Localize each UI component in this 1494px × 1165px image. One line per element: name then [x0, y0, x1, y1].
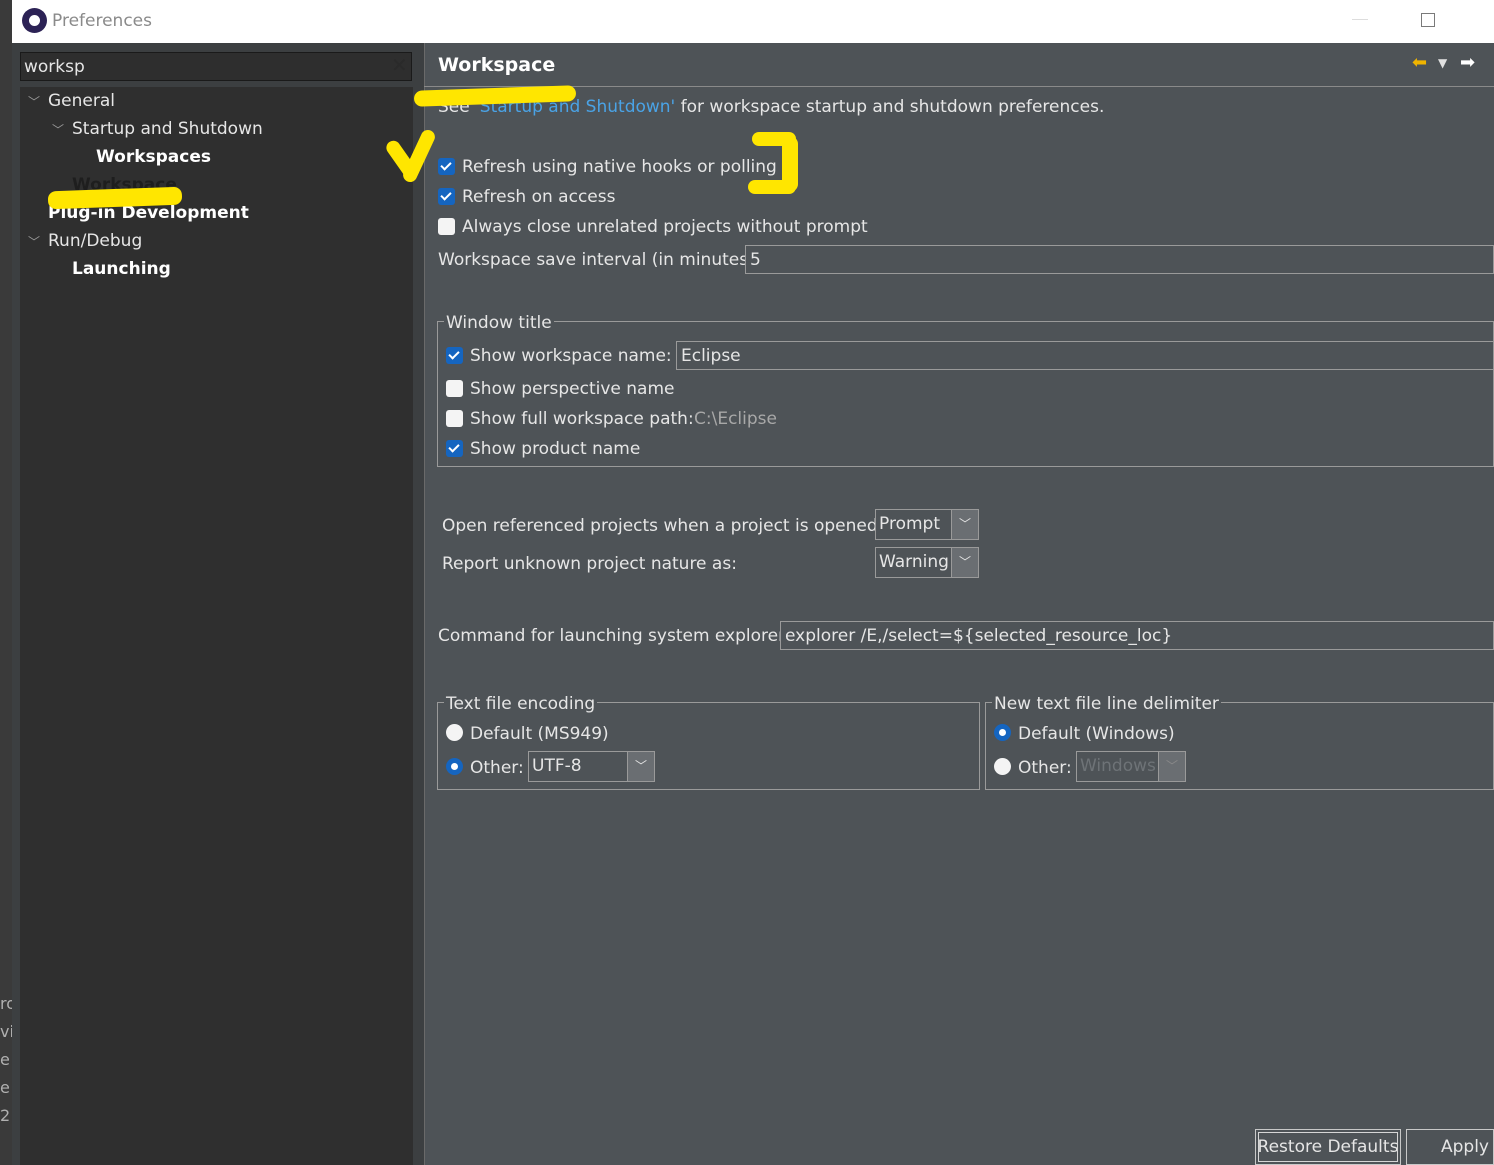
close-unrelated-checkbox[interactable]: [438, 218, 455, 235]
left-edge-text: ro vi e e 2: [0, 994, 12, 1125]
text-encoding-group-title: Text file encoding: [444, 694, 598, 714]
tree-item-workspaces[interactable]: Workspaces: [96, 147, 211, 167]
encoding-other-label: Other:: [470, 758, 524, 778]
delimiter-default-label: Default (Windows): [1018, 724, 1175, 744]
delimiter-select[interactable]: Windows ﹀: [1076, 751, 1186, 782]
show-full-path-checkbox[interactable]: [446, 410, 463, 427]
open-referenced-select[interactable]: Prompt ﹀: [875, 509, 979, 540]
chevron-down-icon[interactable]: ﹀: [52, 121, 64, 138]
chevron-down-icon[interactable]: ﹀: [28, 93, 40, 110]
tree-item-run-debug[interactable]: Run/Debug: [48, 231, 142, 251]
encoding-other-radio[interactable]: [446, 758, 463, 775]
clear-filter-icon[interactable]: ✕: [391, 55, 409, 75]
tree-item-startup-shutdown[interactable]: Startup and Shutdown: [72, 119, 263, 139]
show-product-name-checkbox[interactable]: [446, 440, 463, 457]
chevron-down-icon[interactable]: ﹀: [627, 752, 654, 781]
show-full-path-label: Show full workspace path:: [470, 409, 694, 429]
save-interval-label: Workspace save interval (in minutes):: [438, 250, 761, 270]
highlighter-bracket-bottom: [748, 180, 796, 194]
chevron-down-icon[interactable]: ﹀: [951, 510, 978, 539]
preference-page: [424, 43, 1494, 1165]
maximize-button[interactable]: [1421, 13, 1435, 27]
apply-label: Apply: [1441, 1137, 1489, 1157]
chevron-down-icon[interactable]: ﹀: [1158, 752, 1185, 781]
chevron-down-icon[interactable]: ▼: [1438, 56, 1447, 70]
refresh-native-checkbox[interactable]: [438, 158, 455, 175]
delimiter-other-radio[interactable]: [994, 758, 1011, 775]
open-referenced-label: Open referenced projects when a project …: [442, 516, 884, 536]
tree-item-general[interactable]: General: [48, 91, 115, 111]
encoding-default-label: Default (MS949): [470, 724, 609, 744]
save-interval-input[interactable]: [745, 245, 1494, 274]
window-title: Preferences: [52, 11, 152, 31]
restore-defaults-focus-ring: [1258, 1132, 1398, 1162]
report-unknown-value: Warning: [879, 552, 949, 572]
report-unknown-label: Report unknown project nature as:: [442, 554, 737, 574]
encoding-default-radio[interactable]: [446, 724, 463, 741]
chevron-down-icon[interactable]: ﹀: [28, 233, 40, 250]
show-perspective-name-checkbox[interactable]: [446, 380, 463, 397]
page-title: Workspace: [438, 54, 556, 76]
show-product-name-label: Show product name: [470, 439, 641, 459]
title-bar: [12, 0, 1494, 43]
filter-input[interactable]: [24, 55, 384, 79]
minimize-button[interactable]: [1352, 19, 1368, 20]
refresh-access-checkbox[interactable]: [438, 188, 455, 205]
encoding-select[interactable]: UTF-8 ﹀: [528, 751, 655, 782]
encoding-value: UTF-8: [532, 756, 582, 776]
show-workspace-name-checkbox[interactable]: [446, 347, 463, 364]
show-perspective-name-label: Show perspective name: [470, 379, 675, 399]
workspace-path-value: C:\Eclipse: [694, 409, 777, 429]
open-referenced-value: Prompt: [879, 514, 940, 534]
preferences-tree: ﹀ General ﹀ Startup and Shutdown Workspa…: [20, 87, 413, 1165]
close-unrelated-label: Always close unrelated projects without …: [462, 217, 868, 237]
window-title-group-title: Window title: [444, 313, 554, 333]
report-unknown-select[interactable]: Warning ﹀: [875, 547, 979, 578]
explorer-command-label: Command for launching system explorer:: [438, 626, 791, 646]
chevron-down-icon[interactable]: ﹀: [951, 548, 978, 577]
restore-defaults-button[interactable]: Restore Defaults: [1255, 1129, 1401, 1165]
eclipse-app-icon: [22, 8, 47, 33]
explorer-command-input[interactable]: [780, 621, 1494, 650]
forward-arrow-icon[interactable]: ➡: [1460, 52, 1475, 73]
intro-suffix: for workspace startup and shutdown prefe…: [675, 97, 1105, 117]
title-separator: [424, 86, 1494, 87]
refresh-native-label: Refresh using native hooks or polling: [462, 157, 777, 177]
apply-button[interactable]: Apply: [1406, 1129, 1494, 1165]
line-delimiter-group-title: New text file line delimiter: [992, 694, 1221, 714]
delimiter-other-label: Other:: [1018, 758, 1072, 778]
delimiter-default-radio[interactable]: [994, 724, 1011, 741]
delimiter-value: Windows: [1080, 756, 1156, 776]
refresh-access-label: Refresh on access: [462, 187, 616, 207]
show-workspace-name-label: Show workspace name:: [470, 346, 672, 366]
workspace-name-input[interactable]: [676, 341, 1494, 370]
back-arrow-icon[interactable]: ⬅: [1412, 52, 1427, 73]
tree-item-launching[interactable]: Launching: [72, 259, 171, 279]
